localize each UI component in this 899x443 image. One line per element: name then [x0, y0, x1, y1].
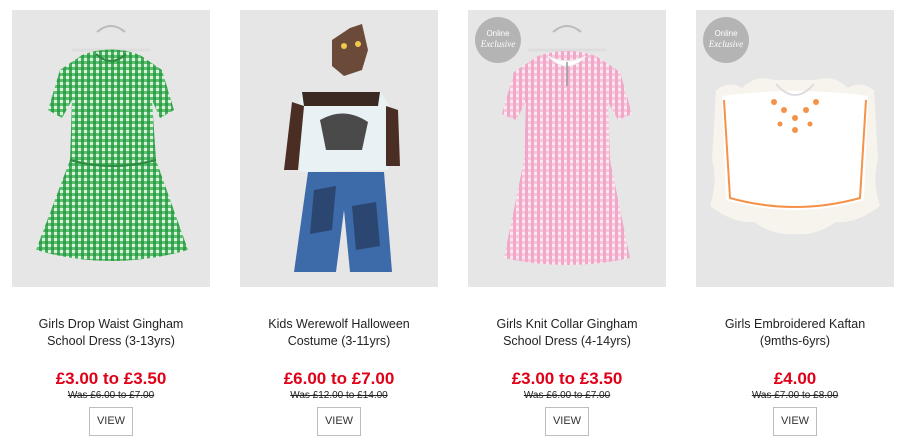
werewolf-costume-icon — [284, 24, 400, 272]
product-title[interactable]: Girls Knit Collar Gingham School Dress (… — [468, 316, 666, 350]
badge-line-online: Online — [486, 29, 510, 38]
product-grid: Girls Drop Waist Gingham School Dress (3… — [0, 0, 899, 443]
product-title-line: Girls Knit Collar Gingham — [496, 317, 638, 331]
product-title-line: School Dress (4-14yrs) — [503, 334, 631, 348]
product-was-price: Was £12.00 to £14.00 — [290, 390, 388, 401]
product-title-line: Girls Embroidered Kaftan — [724, 317, 866, 331]
product-title[interactable]: Kids Werewolf Halloween Costume (3-11yrs… — [240, 316, 438, 350]
badge-line-exclusive: Exclusive — [480, 39, 516, 49]
view-button[interactable]: VIEW — [317, 407, 361, 436]
product-price: £3.00 to £3.50 — [55, 369, 167, 388]
badge-line-exclusive: Exclusive — [708, 39, 744, 49]
view-button[interactable]: VIEW — [773, 407, 817, 436]
product-price: £6.00 to £7.00 — [283, 369, 395, 388]
product-title-line: Kids Werewolf Halloween — [268, 317, 410, 331]
product-title-line: Costume (3-11yrs) — [287, 334, 391, 348]
product-title[interactable]: Girls Embroidered Kaftan (9mths-6yrs) — [696, 316, 894, 350]
product-image-link[interactable] — [12, 10, 210, 287]
online-exclusive-badge: Online Exclusive — [703, 17, 749, 63]
product-price: £3.00 to £3.50 — [511, 369, 623, 388]
product-card: Online Exclusive Girls Embroidered Kafta… — [696, 10, 894, 440]
online-exclusive-badge: Online Exclusive — [475, 17, 521, 63]
product-price: £4.00 — [773, 369, 817, 388]
product-was-price: Was £6.00 to £7.00 — [523, 390, 611, 401]
product-image-link[interactable]: Online Exclusive — [468, 10, 666, 287]
product-title[interactable]: Girls Drop Waist Gingham School Dress (3… — [12, 316, 210, 350]
view-button[interactable]: VIEW — [89, 407, 133, 436]
product-image-link[interactable] — [240, 10, 438, 287]
product-card: Kids Werewolf Halloween Costume (3-11yrs… — [240, 10, 438, 440]
product-was-price: Was £7.00 to £8.00 — [751, 390, 839, 401]
product-was-price: Was £6.00 to £7.00 — [67, 390, 155, 401]
view-button[interactable]: VIEW — [545, 407, 589, 436]
badge-line-online: Online — [714, 29, 738, 38]
green-gingham-dress-icon — [36, 25, 188, 261]
product-image-link[interactable]: Online Exclusive — [696, 10, 894, 287]
product-title-line: School Dress (3-13yrs) — [47, 334, 175, 348]
product-title-line: Girls Drop Waist Gingham — [38, 317, 184, 331]
product-card: Girls Drop Waist Gingham School Dress (3… — [12, 10, 210, 440]
product-title-line: (9mths-6yrs) — [759, 334, 831, 348]
product-card: Online Exclusive Girls Knit Collar Gingh… — [468, 10, 666, 440]
